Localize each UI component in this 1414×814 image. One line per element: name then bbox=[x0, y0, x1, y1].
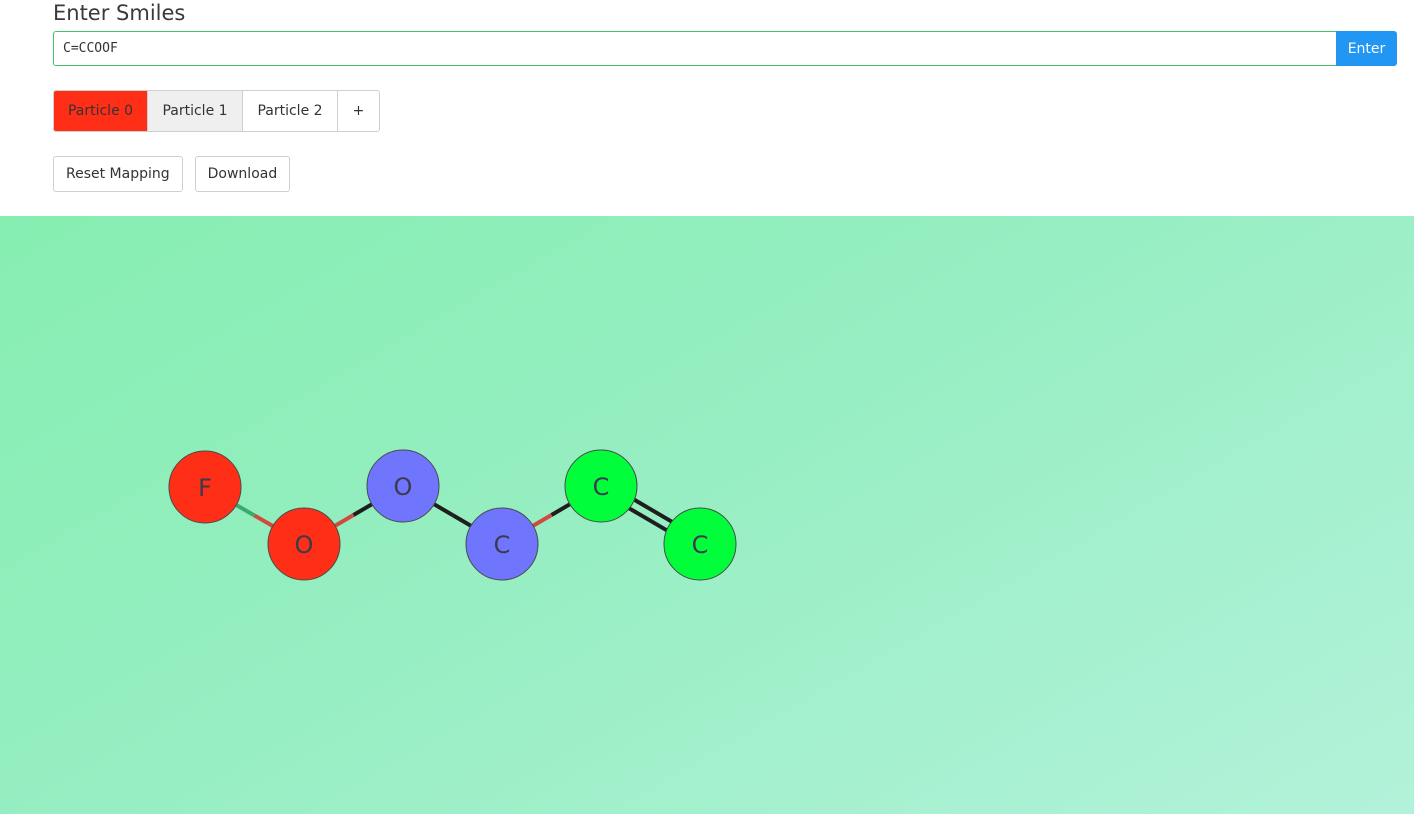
atom-node[interactable]: C bbox=[465, 507, 539, 581]
atom-node[interactable]: C bbox=[663, 507, 737, 581]
atom-node[interactable]: O bbox=[267, 507, 341, 581]
tab-particle-2-label: Particle 2 bbox=[257, 103, 323, 119]
tab-particle-0[interactable]: Particle 0 bbox=[54, 91, 148, 131]
reset-mapping-button[interactable]: Reset Mapping bbox=[53, 156, 183, 192]
atom-label: C bbox=[494, 531, 511, 559]
particle-tabs: Particle 0 Particle 1 Particle 2 + bbox=[53, 90, 380, 132]
tab-particle-1[interactable]: Particle 1 bbox=[148, 91, 243, 131]
action-buttons: Reset Mapping Download bbox=[53, 156, 291, 192]
smiles-input-group: Enter bbox=[53, 31, 1397, 66]
enter-button[interactable]: Enter bbox=[1336, 31, 1397, 66]
atom-label: O bbox=[295, 531, 314, 559]
atom-node[interactable]: F bbox=[168, 450, 242, 524]
molecule-canvas[interactable]: F O O C C C bbox=[0, 216, 1414, 814]
atom-label: C bbox=[593, 473, 610, 501]
atom-node[interactable]: O bbox=[366, 449, 440, 523]
smiles-panel: Enter Smiles Enter Particle 0 Particle 1… bbox=[0, 0, 1414, 216]
atom-label: C bbox=[692, 531, 709, 559]
molecule-graph[interactable]: F O O C C C bbox=[0, 216, 1414, 814]
smiles-input[interactable] bbox=[53, 31, 1336, 66]
atom-node[interactable]: C bbox=[564, 449, 638, 523]
tab-particle-2[interactable]: Particle 2 bbox=[243, 91, 338, 131]
atom-label: F bbox=[198, 474, 212, 502]
add-particle-button[interactable]: + bbox=[338, 91, 379, 131]
atom-label: O bbox=[394, 473, 413, 501]
tab-particle-0-label: Particle 0 bbox=[67, 103, 134, 119]
tab-particle-1-label: Particle 1 bbox=[162, 103, 228, 119]
page-title: Enter Smiles bbox=[53, 1, 186, 25]
plus-icon: + bbox=[352, 103, 365, 119]
download-button[interactable]: Download bbox=[194, 156, 291, 192]
